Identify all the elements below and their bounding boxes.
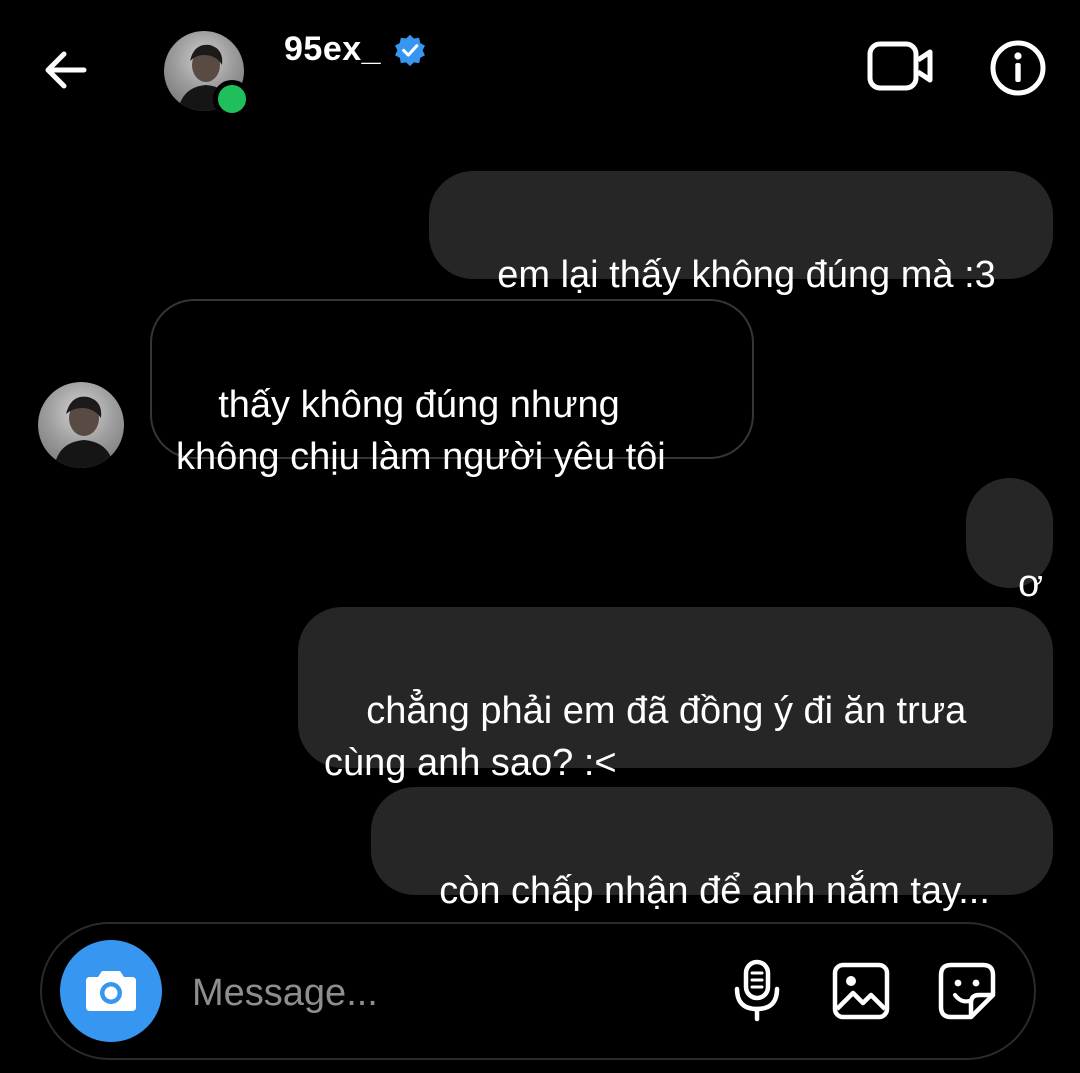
message-thread[interactable]: em lại thấy không đúng mà :3 thấy không … [0,130,1080,912]
message-text: còn chấp nhận để anh nắm tay... [439,870,990,912]
gallery-button[interactable] [828,958,894,1024]
message-bubble-sent[interactable]: em lại thấy không đúng mà :3 [429,171,1053,296]
message-text: ơ [1018,563,1044,605]
voice-message-button[interactable] [724,958,790,1024]
sender-avatar[interactable] [38,382,124,468]
sticker-icon [938,962,996,1020]
message-input[interactable] [190,964,694,1022]
camera-icon [86,971,136,1011]
message-bubble-sent[interactable]: còn chấp nhận để anh nắm tay... [371,787,1053,912]
message-text: em lại thấy không đúng mà :3 [497,254,996,296]
verified-badge-icon [395,34,426,66]
message-bubble-sent[interactable]: chẳng phải em đã đồng ý đi ăn trưa cùng … [298,607,1053,784]
image-gallery-icon [832,962,890,1020]
back-arrow-icon [45,51,87,89]
contact-name[interactable]: 95ex_ [284,30,427,69]
video-camera-icon [867,41,933,91]
message-bubble-sent[interactable]: ơ [966,478,1053,605]
microphone-icon [734,959,780,1022]
message-text: thấy không đúng nhưng không chịu làm ngư… [176,384,666,478]
online-status-dot [213,80,251,118]
sticker-button[interactable] [934,958,1000,1024]
camera-button[interactable] [60,940,162,1042]
message-composer [40,922,1036,1060]
message-text: chẳng phải em đã đồng ý đi ăn trưa cùng … [324,690,967,784]
username-text: 95ex_ [284,30,382,68]
message-bubble-received[interactable]: thấy không đúng nhưng không chịu làm ngư… [150,299,754,478]
video-call-button[interactable] [866,38,936,94]
chat-header: 95ex_ [0,0,1080,130]
conversation-info-button[interactable] [988,38,1048,98]
back-button[interactable] [36,40,96,100]
info-icon [990,40,1046,96]
